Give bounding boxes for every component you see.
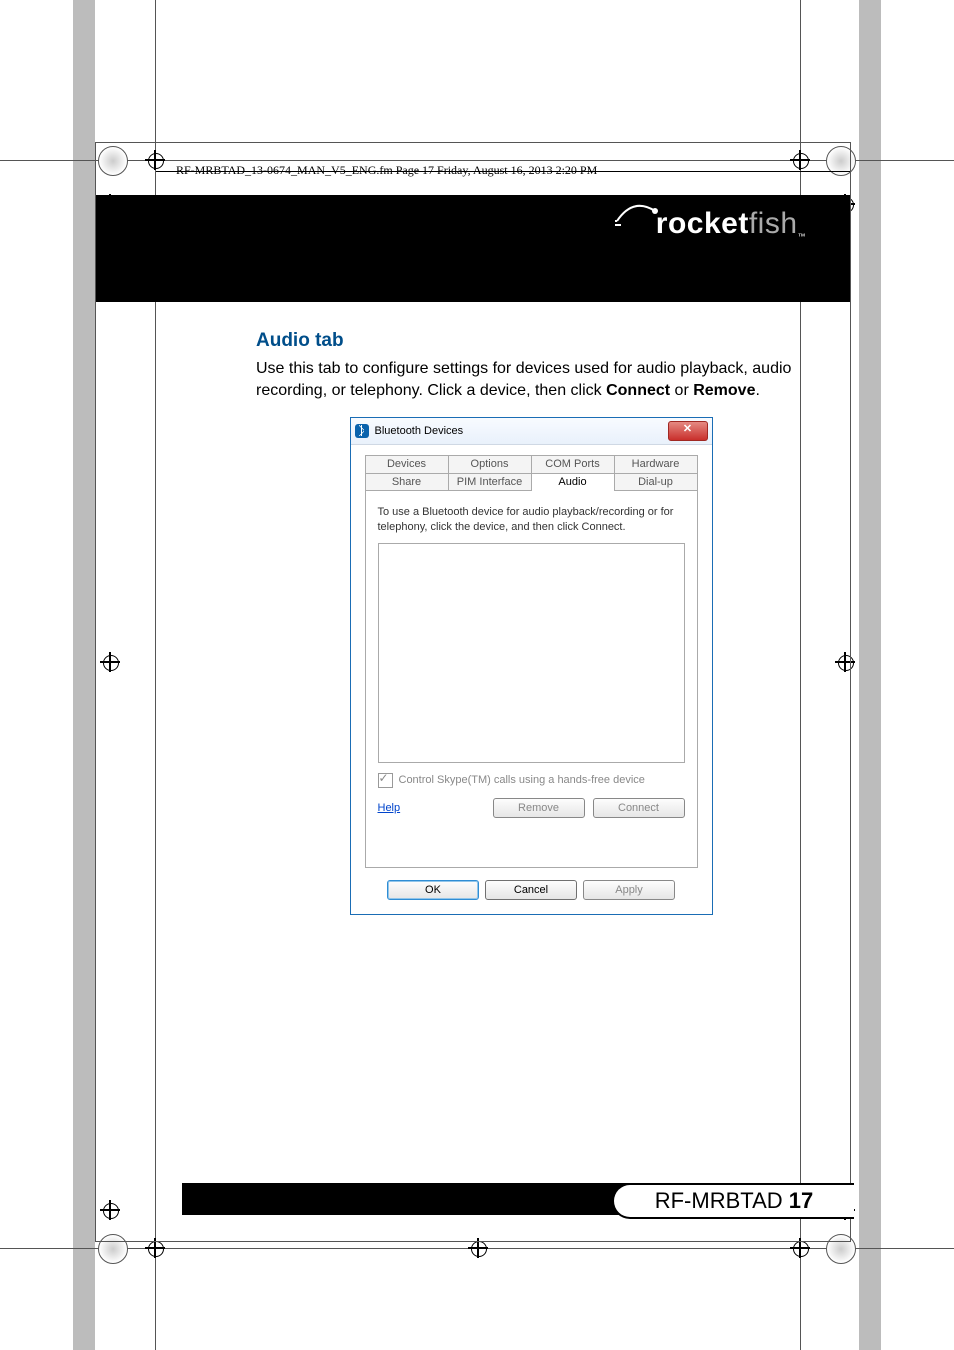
main-content: Audio tab Use this tab to configure sett… [96,302,850,915]
section-paragraph: Use this tab to configure settings for d… [256,358,806,401]
dialog-titlebar: Bluetooth Devices ✕ [351,418,712,445]
device-list[interactable] [378,543,685,763]
dialog-footer: OK Cancel Apply [351,868,712,914]
rocketfish-logo: rocketfish™ [615,207,806,241]
skype-checkbox[interactable] [378,773,393,788]
bluetooth-devices-dialog: Bluetooth Devices ✕ Devices Options COM … [350,417,713,915]
ok-button[interactable]: OK [387,880,479,900]
trademark: ™ [798,232,807,241]
tab-panel-audio: To use a Bluetooth device for audio play… [365,490,698,868]
skype-checkbox-label: Control Skype(TM) calls using a hands-fr… [399,774,645,786]
footer-model: RF-MRBTAD [655,1188,783,1213]
tab-dial-up[interactable]: Dial-up [614,473,698,491]
logo-text-bold: rocket [656,207,749,240]
section-heading: Audio tab [256,330,806,352]
skype-checkbox-row: Control Skype(TM) calls using a hands-fr… [378,773,685,788]
remove-button[interactable]: Remove [493,798,585,818]
tab-row-2: Share PIM Interface Audio Dial-up [365,473,698,491]
page-number-pill: RF-MRBTAD 17 [612,1183,854,1219]
tab-pim-interface[interactable]: PIM Interface [448,473,532,491]
tab-devices[interactable]: Devices [365,455,449,473]
print-shade-right [859,0,881,1350]
panel-footer: Help Remove Connect [378,798,685,818]
print-shade-left [73,0,95,1350]
footer-page: 17 [789,1188,813,1213]
brand-banner: rocketfish™ [96,195,850,302]
tab-hardware[interactable]: Hardware [614,455,698,473]
tab-com-ports[interactable]: COM Ports [531,455,615,473]
page-frame: RF-MRBTAD_13-0674_MAN_V5_ENG.fm Page 17 … [95,142,851,1242]
connect-button[interactable]: Connect [593,798,685,818]
help-link[interactable]: Help [378,802,485,814]
dialog-title: Bluetooth Devices [375,425,668,437]
tab-share[interactable]: Share [365,473,449,491]
tab-row-1: Devices Options COM Ports Hardware [365,455,698,473]
bluetooth-icon [355,424,369,438]
footer-bar: RF-MRBTAD 17 [96,1183,850,1215]
apply-button[interactable]: Apply [583,880,675,900]
tab-audio[interactable]: Audio [531,473,615,491]
logo-text-light: fish [749,207,798,240]
close-button[interactable]: ✕ [668,421,708,441]
tab-options[interactable]: Options [448,455,532,473]
panel-instruction: To use a Bluetooth device for audio play… [378,505,685,535]
tab-strip: Devices Options COM Ports Hardware Share… [351,445,712,868]
header-rule [156,171,850,172]
logo-arc-icon [615,201,661,227]
cancel-button[interactable]: Cancel [485,880,577,900]
